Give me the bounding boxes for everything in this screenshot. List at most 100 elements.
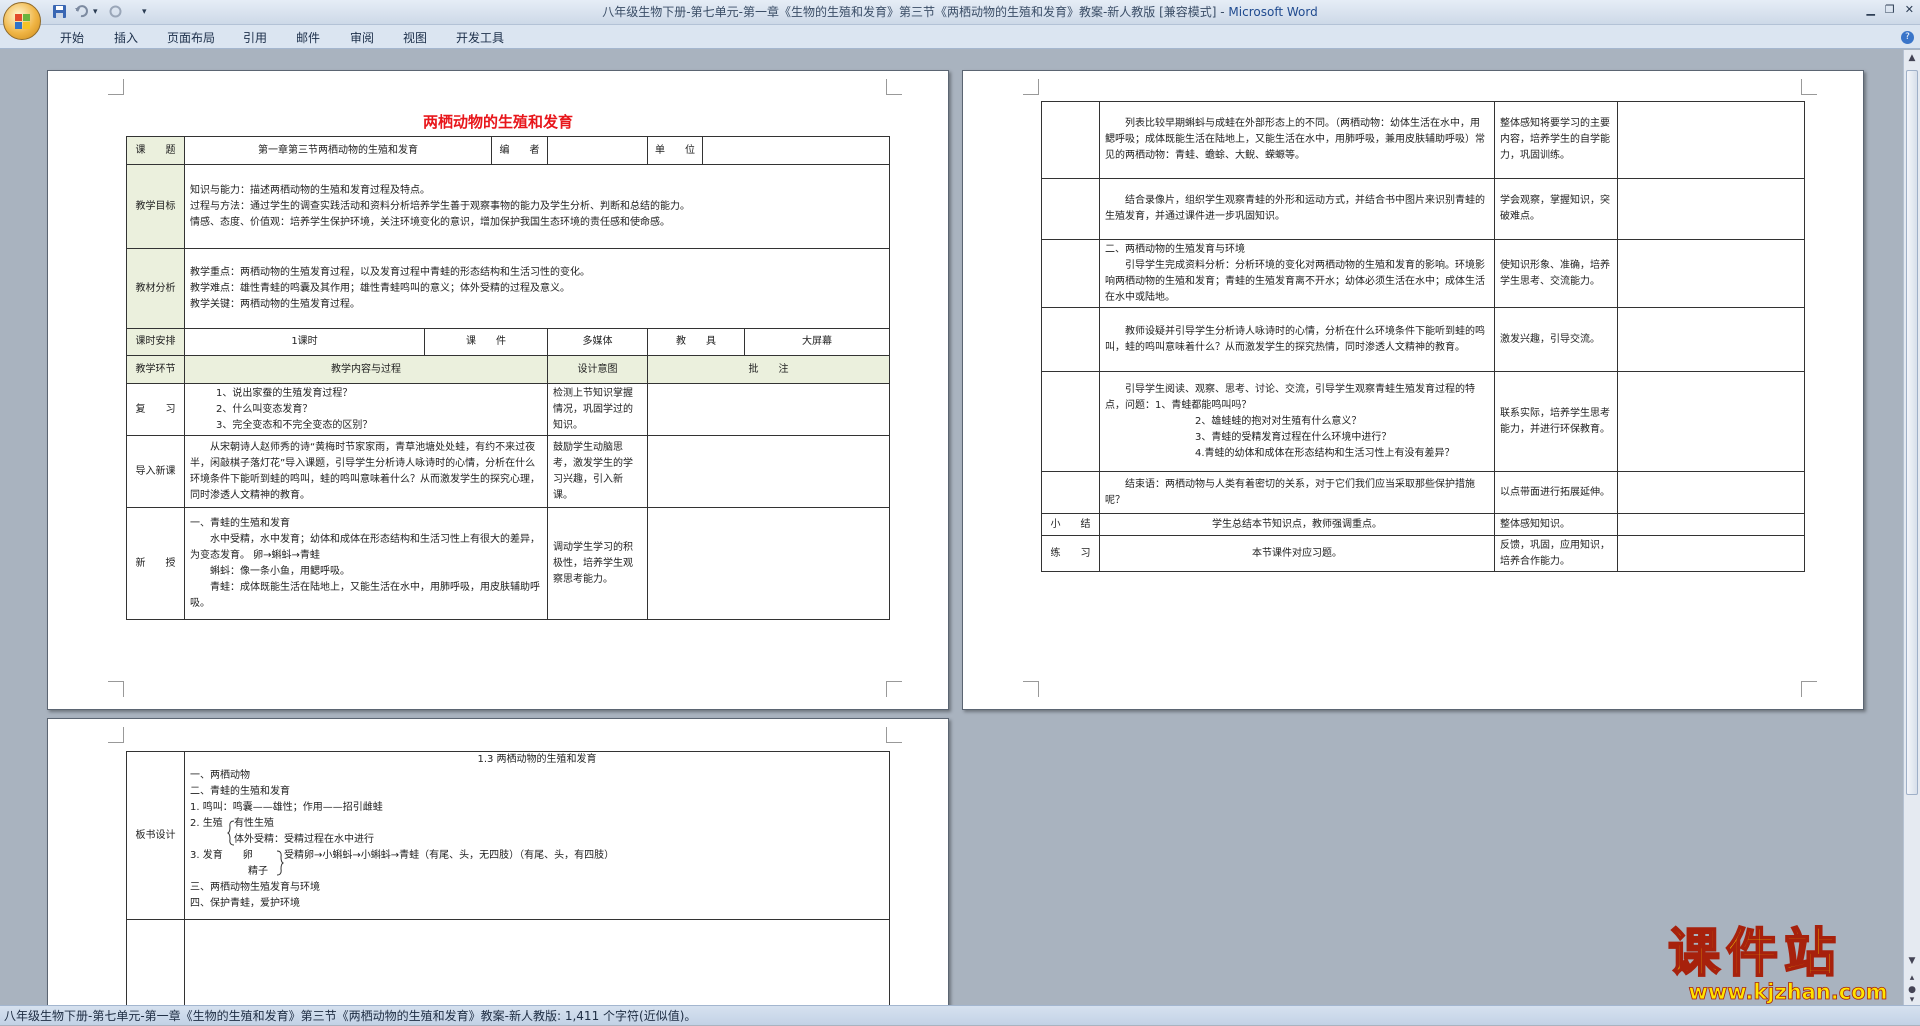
board-title: 1.3 两栖动物的生殖和发育 — [477, 754, 597, 765]
tab-mailings[interactable]: 邮件 — [296, 29, 320, 46]
table-row: 教学环节 教学内容与过程 设计意图 批 注 — [126, 355, 890, 384]
summary-notes[interactable] — [1617, 513, 1805, 536]
help-icon[interactable]: ? — [1901, 31, 1914, 44]
row-intent[interactable]: 整体感知将要学习的主要内容，培养学生的自学能力，巩固训练。 — [1494, 101, 1618, 179]
row-content[interactable]: 列表比较早期蝌蚪与成蛙在外部形态上的不同。（两栖动物：幼体生活在水中，用鳃呼吸；… — [1099, 101, 1495, 179]
review-content[interactable]: 1、说出家蚕的生殖发育过程？ 2、什么叫变态发育？ 3、完全变态和不完全变态的区… — [184, 383, 548, 436]
ribbon-tabs: 开始 插入 页面布局 引用 邮件 审阅 视图 开发工具 ? — [0, 25, 1920, 49]
row-content[interactable]: 二、两栖动物的生殖发育与环境 引导学生完成资料分析：分析环境的变化对两栖动物的生… — [1099, 239, 1495, 308]
board-reproduction: 2. 生殖 有性生殖 体外受精：受精过程在水中进行 — [190, 816, 884, 848]
summary-content[interactable]: 学生总结本节知识点，教师强调重点。 — [1099, 513, 1495, 536]
board-design-content[interactable]: 1.3 两栖动物的生殖和发育 一、两栖动物 二、青蛙的生殖和发育 1. 鸣叫：鸣… — [184, 751, 890, 920]
scroll-up-icon[interactable]: ▲ — [1906, 52, 1918, 64]
scroll-thumb[interactable] — [1906, 70, 1918, 795]
blank-content[interactable] — [184, 919, 890, 1005]
brace-icon — [276, 850, 284, 876]
crop-mark — [1801, 79, 1817, 95]
author-value[interactable] — [547, 136, 648, 165]
intro-label: 导入新课 — [126, 435, 185, 508]
new-lesson-intent[interactable]: 调动学生学习的积极性，培养学生观察思考能力。 — [547, 507, 648, 620]
summary-label: 小 结 — [1041, 513, 1100, 536]
analysis-line: 教学难点：雄性青蛙的鸣囊及其作用；雄性青蛙鸣叫的意义；体外受精的过程及意义。 — [190, 282, 570, 294]
table-row: 二、两栖动物的生殖发育与环境 引导学生完成资料分析：分析环境的变化对两栖动物的生… — [1041, 239, 1805, 308]
practice-intent[interactable]: 反馈，巩固，应用知识，培养合作能力。 — [1494, 535, 1618, 572]
row-notes[interactable] — [1617, 471, 1805, 514]
review-notes[interactable] — [647, 383, 890, 436]
courseware-value[interactable]: 多媒体 — [547, 328, 648, 356]
analysis-content[interactable]: 教学重点：两栖动物的生殖发育过程，以及发育过程中青蛙的形态结构和生活习性的变化。… — [184, 248, 890, 329]
office-logo-icon — [15, 14, 30, 29]
row-label — [1041, 471, 1100, 514]
row-notes[interactable] — [1617, 307, 1805, 372]
maximize-icon[interactable]: ❐ — [1885, 3, 1895, 16]
schedule-value[interactable]: 1课时 — [184, 328, 425, 356]
board-line: 2. 生殖 — [190, 818, 223, 829]
new-line: 青蛙：成体既能生活在陆地上，又能生活在水中，用肺呼吸，用皮肤辅助呼吸。 — [190, 581, 540, 609]
row-label — [1041, 178, 1100, 240]
tab-home[interactable]: 开始 — [60, 29, 84, 46]
tab-references[interactable]: 引用 — [243, 29, 267, 46]
col-header-content: 教学内容与过程 — [184, 355, 548, 384]
lesson-plan-table-continued: 列表比较早期蝌蚪与成蛙在外部形态上的不同。（两栖动物：幼体生活在水中，用鳃呼吸；… — [1041, 101, 1805, 572]
intro-content[interactable]: 从宋朝诗人赵师秀的诗“黄梅时节家家雨，青草池塘处处蛙，有约不来过夜半，闲敲棋子落… — [184, 435, 548, 508]
tab-page-layout[interactable]: 页面布局 — [167, 29, 215, 46]
tab-developer[interactable]: 开发工具 — [456, 29, 504, 46]
board-line: 二、青蛙的生殖和发育 — [190, 786, 290, 797]
row-notes[interactable] — [1617, 178, 1805, 240]
crop-mark — [1801, 681, 1817, 697]
practice-label: 练 习 — [1041, 535, 1100, 572]
new-lesson-notes[interactable] — [647, 507, 890, 620]
row-intent[interactable]: 学会观察，掌握知识，突破难点。 — [1494, 178, 1618, 240]
analysis-label: 教材分析 — [126, 248, 185, 329]
row-intent[interactable]: 激发兴趣，引导交流。 — [1494, 307, 1618, 372]
practice-notes[interactable] — [1617, 535, 1805, 572]
tab-insert[interactable]: 插入 — [114, 29, 138, 46]
minimize-icon[interactable]: ▁ — [1866, 3, 1874, 16]
close-icon[interactable]: ✕ — [1905, 3, 1914, 16]
board-line: 3. 发育 卵 — [190, 850, 253, 861]
row-notes[interactable] — [1617, 239, 1805, 308]
vertical-scrollbar[interactable]: ▲ ▼ ▴ ● ▾ — [1903, 50, 1920, 1005]
row-notes[interactable] — [1617, 371, 1805, 472]
row-content[interactable]: 结合录像片，组织学生观察青蛙的外形和运动方式，并结合书中图片来识别青蛙的生殖发育… — [1099, 178, 1495, 240]
table-row: 课时安排 1课时 课 件 多媒体 教 具 大屏幕 — [126, 328, 890, 356]
goals-content[interactable]: 知识与能力：描述两栖动物的生殖和发育过程及特点。 过程与方法：通过学生的调查实践… — [184, 164, 890, 249]
crop-mark — [108, 727, 124, 743]
board-development: 3. 发育 卵 受精卵→小蝌蚪→小蝌蚪→青蛙（有尾、头，无四肢）（有尾、头，有四… — [190, 848, 884, 880]
row-intent[interactable]: 使知识形象、准确，培养学生思考、交流能力。 — [1494, 239, 1618, 308]
board-line: 一、两栖动物 — [190, 770, 250, 781]
crop-mark — [1023, 681, 1039, 697]
intro-intent[interactable]: 鼓励学生动脑思考，激发学生的学习兴趣，引入新课。 — [547, 435, 648, 508]
document-workspace[interactable]: 两栖动物的生殖和发育 课 题 第一章第三节两栖动物的生殖和发育 编 者 单 位 … — [0, 50, 1903, 1005]
board-line: 受精卵→小蝌蚪→小蝌蚪→青蛙（有尾、头，无四肢）（有尾、头，有四肢） — [284, 850, 615, 861]
teaching-aid-label: 教 具 — [647, 328, 745, 356]
unit-label: 单 位 — [647, 136, 703, 165]
new-lesson-content[interactable]: 一、青蛙的生殖和发育 水中受精，水中发育；幼体和成体在形态结构和生活习性上有很大… — [184, 507, 548, 620]
review-line: 3、完全变态和不完全变态的区别？ — [216, 419, 373, 431]
office-button[interactable] — [3, 2, 41, 40]
unit-value[interactable] — [702, 136, 890, 165]
table-row: 复 习 1、说出家蚕的生殖发育过程？ 2、什么叫变态发育？ 3、完全变态和不完全… — [126, 383, 890, 436]
row-intent[interactable]: 以点带面进行拓展延伸。 — [1494, 471, 1618, 514]
table-row: 引导学生阅读、观察、思考、讨论、交流，引导学生观察青蛙生殖发育过程的特点，问题：… — [1041, 371, 1805, 472]
row-content[interactable]: 引导学生阅读、观察、思考、讨论、交流，引导学生观察青蛙生殖发育过程的特点，问题：… — [1099, 371, 1495, 472]
row-notes[interactable] — [1617, 101, 1805, 179]
review-intent[interactable]: 检测上节知识掌握情况，巩固学过的知识。 — [547, 383, 648, 436]
practice-content[interactable]: 本节课件对应习题。 — [1099, 535, 1495, 572]
col-header-stage: 教学环节 — [126, 355, 185, 384]
topic-value[interactable]: 第一章第三节两栖动物的生殖和发育 — [184, 136, 492, 165]
watermark-url: www.kjzhan.com — [1688, 980, 1888, 1005]
summary-intent[interactable]: 整体感知知识。 — [1494, 513, 1618, 536]
new-line: 蝌蚪：像一条小鱼，用鳃呼吸。 — [210, 565, 350, 577]
row-intent[interactable]: 联系实际，培养学生思考能力，并进行环保教育。 — [1494, 371, 1618, 472]
table-row: 教师设疑并引导学生分析诗人咏诗时的心情，分析在什么环境条件下能听到蛙的鸣叫，蛙的… — [1041, 307, 1805, 372]
intro-notes[interactable] — [647, 435, 890, 508]
row-label — [1041, 307, 1100, 372]
tab-review[interactable]: 审阅 — [350, 29, 374, 46]
tab-view[interactable]: 视图 — [403, 29, 427, 46]
courseware-label: 课 件 — [424, 328, 548, 356]
row-content[interactable]: 结束语：两栖动物与人类有着密切的关系，对于它们我们应当采取那些保护措施呢？ — [1099, 471, 1495, 514]
board-design-label: 板书设计 — [126, 751, 185, 920]
teaching-aid-value[interactable]: 大屏幕 — [744, 328, 890, 356]
row-content[interactable]: 教师设疑并引导学生分析诗人咏诗时的心情，分析在什么环境条件下能听到蛙的鸣叫，蛙的… — [1099, 307, 1495, 372]
